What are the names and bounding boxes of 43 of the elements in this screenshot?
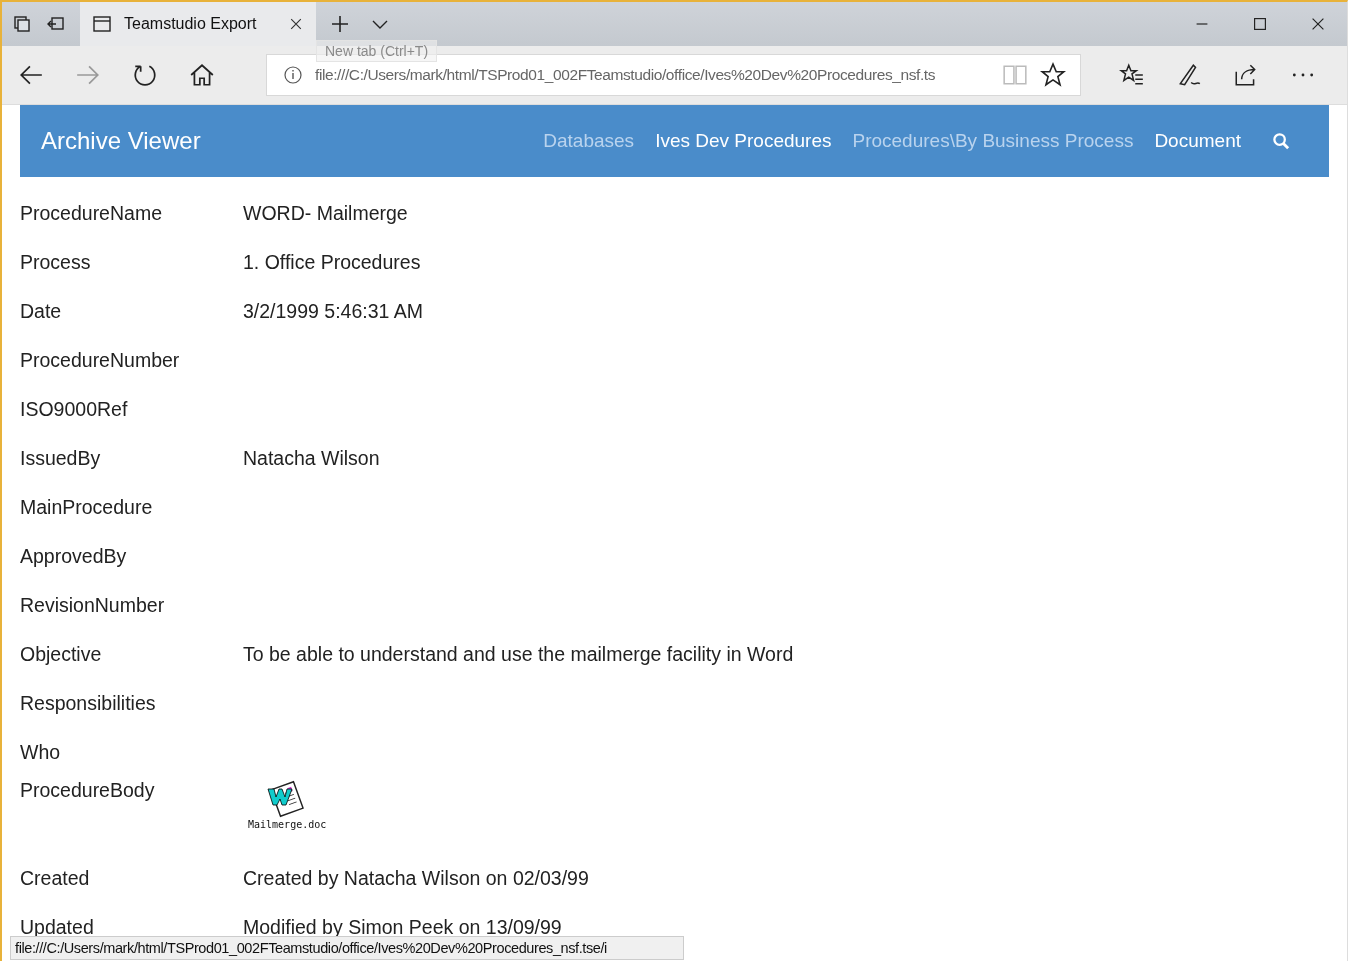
- file-name[interactable]: Mailmerge.doc: [248, 819, 327, 830]
- refresh-icon[interactable]: [132, 62, 158, 88]
- field-label: Updated: [20, 916, 95, 939]
- field-label: Date: [20, 300, 63, 323]
- field-label: ProcedureNumber: [20, 349, 181, 372]
- field-label: MainProcedure: [20, 496, 154, 519]
- app-title[interactable]: Archive Viewer: [41, 127, 201, 155]
- close-tab-icon[interactable]: [288, 16, 304, 32]
- field-label: Created: [20, 867, 91, 890]
- url-text: file:///C:/Users/mark/html/TSProd01_002FTeamstudio/office/Ives%20Dev%20Procedures_nsf.ts: [315, 66, 937, 84]
- tab-list-icon[interactable]: [12, 14, 32, 34]
- field-value: Natacha Wilson: [243, 447, 380, 470]
- field-value: To be able to understand and use the mailmerge facility in Word: [243, 643, 794, 666]
- field-value: 1. Office Procedures: [243, 251, 421, 274]
- field-label: Objective: [20, 643, 103, 666]
- maximize-icon[interactable]: [1251, 15, 1269, 33]
- nav-link[interactable]: Databases: [543, 130, 635, 152]
- tab-title: Teamstudio Export: [124, 15, 258, 33]
- field-label: ApprovedBy: [20, 545, 128, 568]
- info-icon[interactable]: [283, 65, 303, 85]
- nav-link[interactable]: Document: [1154, 130, 1241, 152]
- field-label: Responsibilities: [20, 692, 157, 715]
- share-icon[interactable]: [1233, 62, 1259, 88]
- field-label: ProcedureBody: [20, 779, 156, 802]
- new-tab-icon[interactable]: [330, 14, 350, 34]
- field-label: Who: [20, 741, 62, 764]
- field-value: WORD- Mailmerge: [243, 202, 408, 225]
- page-icon: [92, 14, 112, 34]
- field-label: ISO9000Ref: [20, 398, 129, 421]
- field-label: RevisionNumber: [20, 594, 166, 617]
- search-icon[interactable]: [1272, 131, 1291, 151]
- field-label: Process: [20, 251, 92, 274]
- browser-tab[interactable]: Teamstudio Export: [80, 2, 316, 46]
- star-icon[interactable]: [1040, 62, 1066, 88]
- home-icon[interactable]: [189, 62, 215, 88]
- status-url: file:///C:/Users/mark/html/TSProd01_002FTeamstudio/office/Ives%20Dev%20Procedures_nsf.tse/i: [10, 936, 684, 960]
- field-value: Modified by Simon Peek on 13/09/99: [243, 916, 562, 939]
- field-label: ProcedureName: [20, 202, 163, 225]
- field-value: 3/2/1999 5:46:31 AM: [243, 300, 423, 323]
- nav-link[interactable]: Procedures\By Business Process: [852, 130, 1134, 152]
- field-value: Created by Natacha Wilson on 02/03/99: [243, 867, 589, 890]
- nav-link[interactable]: Ives Dev Procedures: [655, 130, 832, 152]
- field-label: IssuedBy: [20, 447, 102, 470]
